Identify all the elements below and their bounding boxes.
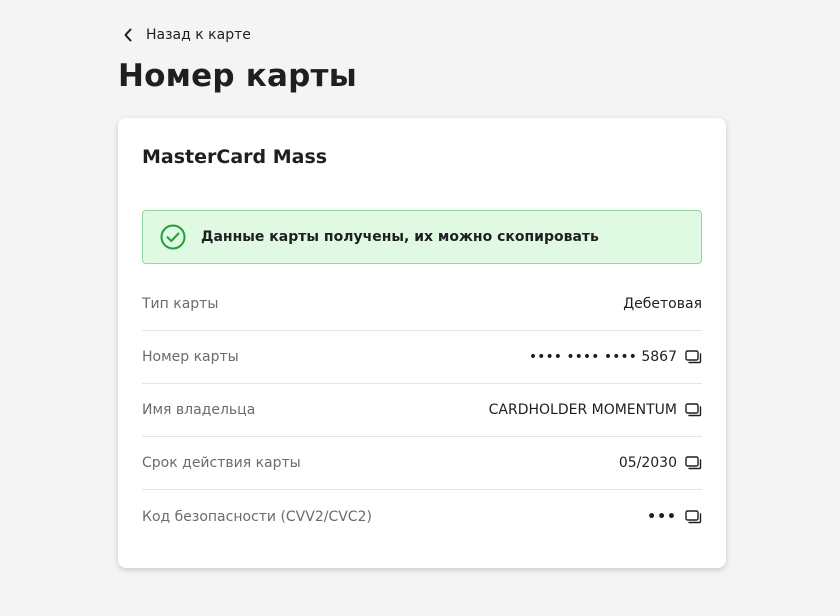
detail-label: Тип карты <box>142 296 219 312</box>
detail-row-cardholder-name: Имя владельца CARDHOLDER MOMENTUM <box>142 384 702 437</box>
card-details-list: Тип карты Дебетовая Номер карты •••• •••… <box>142 278 702 543</box>
detail-value: 05/2030 <box>618 455 677 471</box>
copy-icon[interactable] <box>684 402 702 418</box>
check-circle-icon <box>159 223 187 251</box>
detail-value: •••• •••• •••• 5867 <box>528 349 677 365</box>
detail-value-wrap: Дебетовая <box>623 296 702 312</box>
success-alert: Данные карты получены, их можно скопиров… <box>142 210 702 264</box>
detail-label: Номер карты <box>142 349 239 365</box>
detail-row-card-type: Тип карты Дебетовая <box>142 278 702 331</box>
detail-label: Имя владельца <box>142 402 256 418</box>
copy-icon[interactable] <box>684 509 702 525</box>
detail-label: Срок действия карты <box>142 455 301 471</box>
back-to-card-link[interactable]: Назад к карте <box>120 25 251 45</box>
card-product-name: MasterCard Mass <box>142 146 328 168</box>
card-details-panel: MasterCard Mass Данные карты получены, и… <box>118 118 726 568</box>
copy-icon[interactable] <box>684 455 702 471</box>
page: Назад к карте Номер карты MasterCard Mas… <box>0 0 840 616</box>
detail-value-wrap: 05/2030 <box>619 455 702 471</box>
detail-row-card-number: Номер карты •••• •••• •••• 5867 <box>142 331 702 384</box>
back-link-label: Назад к карте <box>146 27 251 43</box>
chevron-left-icon <box>120 25 136 45</box>
detail-value: CARDHOLDER MOMENTUM <box>488 402 677 418</box>
detail-row-security-code: Код безопасности (CVV2/CVC2) ••• <box>142 490 702 543</box>
detail-value-wrap: CARDHOLDER MOMENTUM <box>489 402 702 418</box>
detail-row-expiry-date: Срок действия карты 05/2030 <box>142 437 702 490</box>
detail-label: Код безопасности (CVV2/CVC2) <box>142 508 372 525</box>
page-title: Номер карты <box>118 58 357 94</box>
detail-value: ••• <box>647 508 677 525</box>
detail-value-wrap: •••• •••• •••• 5867 <box>529 349 702 365</box>
detail-value: Дебетовая <box>623 296 702 312</box>
success-alert-text: Данные карты получены, их можно скопиров… <box>201 229 599 245</box>
copy-icon[interactable] <box>684 349 702 365</box>
detail-value-wrap: ••• <box>647 509 702 525</box>
